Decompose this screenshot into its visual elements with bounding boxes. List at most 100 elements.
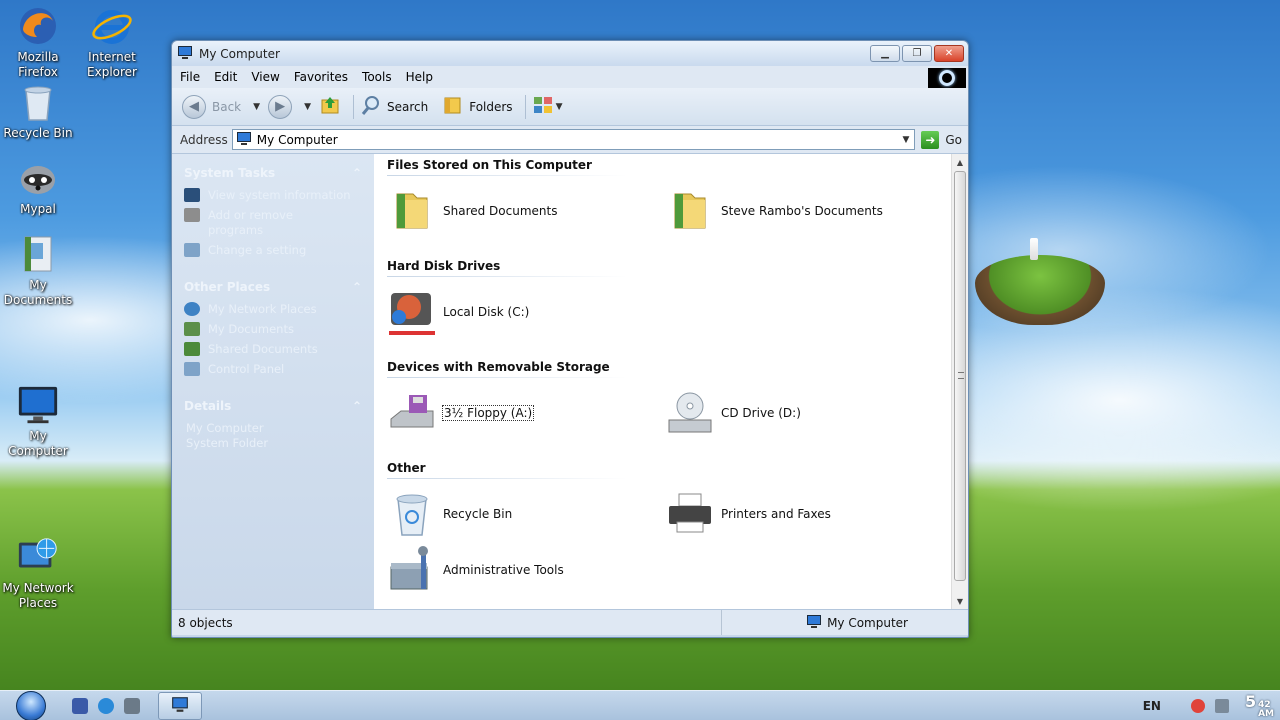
printer-icon	[665, 489, 715, 539]
item-recycle-bin[interactable]: Recycle Bin	[387, 489, 512, 539]
menu-favorites[interactable]: Favorites	[294, 70, 348, 84]
task-add-remove-programs[interactable]: Add or remove programs	[184, 208, 362, 238]
start-button-icon[interactable]	[16, 690, 46, 720]
item-label: Local Disk (C:)	[443, 305, 530, 319]
section-files-stored: Files Stored on This Computer	[387, 158, 592, 172]
folder-icon	[665, 186, 715, 236]
toolbar-separator	[524, 94, 526, 119]
task-label: View system information	[208, 188, 351, 202]
hard-disk-icon	[387, 287, 437, 337]
other-places-header[interactable]: Other Places ⌃	[184, 280, 362, 294]
task-pane: System Tasks ⌃ View system information A…	[172, 154, 374, 609]
item-floppy-a[interactable]: 3½ Floppy (A:)	[387, 388, 535, 438]
search-button[interactable]: Search	[360, 94, 428, 119]
collapse-icon[interactable]: ⌃	[352, 280, 362, 294]
recycle-bin-icon	[16, 80, 60, 124]
close-button[interactable]: ✕	[934, 45, 964, 62]
item-local-disk-c[interactable]: Local Disk (C:)	[387, 287, 529, 337]
back-label: Back	[212, 99, 242, 114]
scroll-down-icon[interactable]: ▼	[952, 593, 968, 609]
item-printers-and-faxes[interactable]: Printers and Faxes	[665, 489, 831, 539]
taskbar: EN 5 42 AM	[0, 690, 1280, 720]
menu-help[interactable]: Help	[406, 70, 433, 84]
desktop-icon-my-documents[interactable]: My Documents	[0, 232, 76, 308]
place-control-panel[interactable]: Control Panel	[184, 362, 362, 377]
file-list-view[interactable]: Files Stored on This Computer Shared Doc…	[374, 154, 968, 609]
details-header[interactable]: Details ⌃	[184, 399, 362, 413]
section-divider	[387, 175, 627, 176]
monitor-icon	[16, 383, 60, 427]
menu-edit[interactable]: Edit	[214, 70, 237, 84]
language-indicator[interactable]: EN	[1143, 699, 1161, 713]
menu-tools[interactable]: Tools	[362, 70, 392, 84]
address-bar: Address My Computer ▼ ➜ Go	[172, 126, 968, 154]
scroll-thumb[interactable]	[954, 171, 966, 581]
menu-file[interactable]: File	[180, 70, 200, 84]
up-folder-button[interactable]	[319, 94, 341, 119]
task-view-system-information[interactable]: View system information	[184, 188, 362, 203]
place-my-documents[interactable]: My Documents	[184, 322, 362, 337]
computer-icon	[236, 131, 252, 149]
vertical-scrollbar[interactable]: ▲ ▼	[951, 154, 968, 609]
desktop-icon-mypal[interactable]: Mypal	[0, 156, 76, 217]
cd-drive-icon	[665, 388, 715, 438]
system-tasks-group: System Tasks ⌃ View system information A…	[184, 166, 362, 258]
item-label: Shared Documents	[443, 204, 558, 218]
desktop-icon-recycle-bin[interactable]: Recycle Bin	[0, 80, 76, 141]
volume-icon[interactable]	[1214, 698, 1229, 713]
restore-button[interactable]: ❐	[902, 45, 932, 62]
explorer-window[interactable]: My Computer ▁ ❐ ✕ File Edit View Favorit…	[171, 40, 969, 638]
window-title: My Computer	[199, 46, 280, 61]
firefox-icon	[16, 4, 60, 48]
wallpaper-lighthouse	[1030, 238, 1038, 260]
quicklaunch-ie-icon[interactable]	[98, 697, 114, 714]
minimize-button[interactable]: ▁	[870, 45, 900, 62]
desktop-icon-label: My Computer	[8, 429, 68, 458]
desktop-icon-internet-explorer[interactable]: Internet Explorer	[74, 4, 150, 80]
status-object-count: 8 objects	[172, 610, 722, 635]
quicklaunch-mypal-icon[interactable]	[124, 697, 140, 714]
item-cd-drive-d[interactable]: CD Drive (D:)	[665, 388, 801, 438]
desktop-icon-firefox[interactable]: Mozilla Firefox	[0, 4, 76, 80]
address-dropdown-icon[interactable]: ▼	[902, 135, 909, 145]
other-places-group: Other Places ⌃ My Network Places My Docu…	[184, 280, 362, 377]
place-label: Control Panel	[208, 362, 285, 376]
menu-view[interactable]: View	[251, 70, 279, 84]
task-change-setting[interactable]: Change a setting	[184, 243, 362, 258]
control-panel-icon	[184, 243, 200, 257]
restore-icon: ❐	[912, 48, 922, 59]
desktop-icon-label: Mypal	[20, 202, 56, 216]
quicklaunch-desktop-icon[interactable]	[72, 697, 88, 714]
scroll-up-icon[interactable]: ▲	[952, 154, 968, 170]
forward-button[interactable]: ▶	[268, 94, 293, 119]
item-shared-documents[interactable]: Shared Documents	[387, 186, 557, 236]
desktop-icon-my-computer[interactable]: My Computer	[0, 383, 76, 459]
place-my-network-places[interactable]: My Network Places	[184, 302, 362, 317]
address-input[interactable]: My Computer ▼	[231, 129, 916, 150]
back-arrow-icon: ◀	[182, 94, 206, 119]
clock[interactable]: 5 42 AM	[1245, 692, 1274, 719]
item-administrative-tools[interactable]: Administrative Tools	[387, 545, 564, 595]
place-shared-documents[interactable]: Shared Documents	[184, 342, 362, 357]
network-globe-icon	[16, 535, 60, 579]
collapse-icon[interactable]: ⌃	[352, 166, 362, 180]
admin-tools-icon	[387, 545, 437, 595]
back-dropdown-icon[interactable]: ▼	[253, 102, 260, 112]
wallpaper-island	[975, 255, 1105, 325]
desktop-icon-my-network-places[interactable]: My Network Places	[0, 535, 76, 611]
title-bar[interactable]: My Computer ▁ ❐ ✕	[172, 41, 968, 66]
folders-button[interactable]: Folders	[442, 94, 513, 119]
views-button[interactable]: ▼	[532, 95, 571, 118]
taskbar-my-computer-button[interactable]	[158, 691, 202, 720]
folder-icon	[387, 186, 437, 236]
back-button[interactable]: ◀ Back	[182, 94, 242, 119]
network-error-icon[interactable]	[1190, 698, 1205, 713]
collapse-icon[interactable]: ⌃	[352, 399, 362, 413]
section-hard-disk-drives: Hard Disk Drives	[387, 259, 501, 273]
go-button[interactable]: ➜ Go	[921, 130, 962, 149]
forward-dropdown-icon[interactable]: ▼	[304, 102, 311, 112]
system-tasks-header[interactable]: System Tasks ⌃	[184, 166, 362, 180]
item-steve-rambos-documents[interactable]: Steve Rambo's Documents	[665, 186, 883, 236]
desktop-icon-label: Mozilla Firefox	[17, 50, 59, 79]
item-label: CD Drive (D:)	[721, 406, 801, 420]
